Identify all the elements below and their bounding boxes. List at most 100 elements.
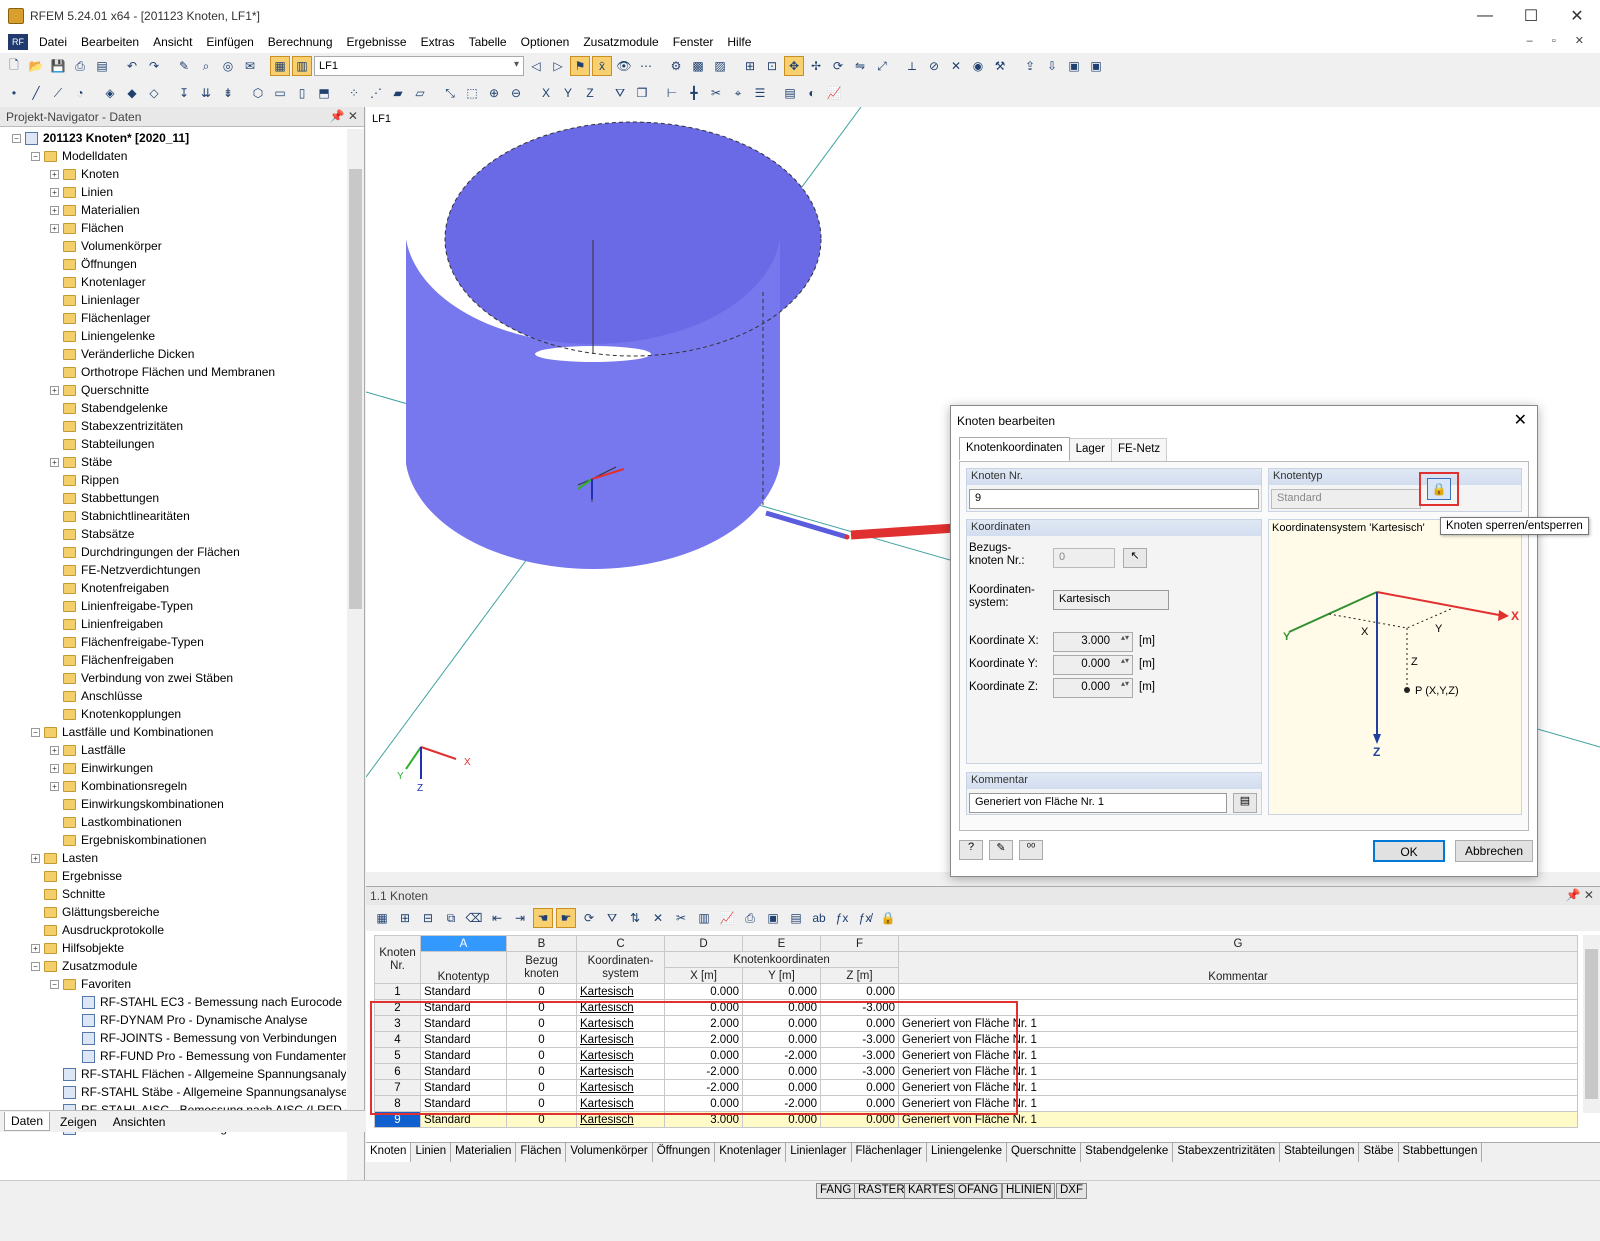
menu-hilfe[interactable]: Hilfe bbox=[720, 35, 758, 49]
view-front-icon[interactable]: ▭ bbox=[270, 83, 290, 103]
area-load-icon[interactable]: ⇟ bbox=[218, 83, 238, 103]
node-type-select[interactable]: Standard bbox=[1271, 489, 1421, 509]
tree-item[interactable]: − Modelldaten bbox=[31, 147, 127, 165]
navigator-view-icon[interactable]: ▥ bbox=[292, 56, 312, 76]
table-filter-icon[interactable]: ⛛ bbox=[602, 908, 622, 928]
tab-zeigen[interactable]: Zeigen bbox=[54, 1113, 103, 1131]
page-icon[interactable]: ▤ bbox=[780, 83, 800, 103]
tree-item[interactable]: + Linien bbox=[50, 183, 113, 201]
save-icon[interactable]: 💾 bbox=[48, 56, 68, 76]
tree-item[interactable]: Ergebniskombinationen bbox=[50, 831, 206, 849]
color-icon[interactable]: ◐ bbox=[802, 83, 822, 103]
preview-icon[interactable]: ▤ bbox=[92, 56, 112, 76]
menu-datei[interactable]: Datei bbox=[32, 35, 74, 49]
close-button[interactable]: ✕ bbox=[1554, 0, 1600, 31]
table-calc-icon[interactable]: ▤ bbox=[786, 908, 806, 928]
tree-item[interactable]: Flächenfreigaben bbox=[50, 651, 174, 669]
coord-icon[interactable]: ⌖ bbox=[728, 83, 748, 103]
tree-item[interactable]: + Hilfsobjekte bbox=[31, 939, 124, 957]
table-clear-icon[interactable]: ⌫ bbox=[464, 908, 484, 928]
expand-icon[interactable]: + bbox=[50, 223, 59, 233]
tree-item[interactable]: − Zusatzmodule bbox=[31, 957, 137, 975]
node-number-field[interactable]: 9 bbox=[969, 489, 1259, 509]
measure-icon[interactable]: ⟂ bbox=[902, 56, 922, 76]
expand-icon[interactable]: + bbox=[50, 169, 59, 179]
tree-item[interactable]: RF-JOINTS - Bemessung von Verbindungen bbox=[69, 1029, 337, 1047]
tree-item[interactable]: Ergebnisse bbox=[31, 867, 122, 885]
dimension-icon[interactable]: ⊢ bbox=[662, 83, 682, 103]
tree-item[interactable]: Anschlüsse bbox=[50, 687, 142, 705]
cell-ref[interactable]: 0 bbox=[506, 983, 577, 1000]
col-letter-f[interactable]: F bbox=[820, 935, 899, 952]
menu-tabelle[interactable]: Tabelle bbox=[462, 35, 514, 49]
table-tab[interactable]: Stabbettungen bbox=[1399, 1143, 1483, 1162]
print-icon[interactable]: ⎙ bbox=[70, 56, 90, 76]
cell-x[interactable]: 0.000 bbox=[664, 983, 743, 1000]
status-kartes[interactable]: KARTES bbox=[904, 1183, 958, 1199]
table-sort-icon[interactable]: ⇅ bbox=[625, 908, 645, 928]
mdi-window-buttons[interactable]: – ▫ ✕ bbox=[1527, 34, 1592, 47]
section-icon[interactable]: ✂ bbox=[706, 83, 726, 103]
mesh-icon[interactable]: ▨ bbox=[710, 56, 730, 76]
table-tab[interactable]: Volumenkörper bbox=[566, 1143, 653, 1162]
chart-icon[interactable]: 📈 bbox=[824, 83, 844, 103]
navigator-close-icon[interactable]: 📌 ✕ bbox=[330, 109, 358, 123]
new-file-icon[interactable]: 🗋 bbox=[4, 56, 24, 76]
table-tab[interactable]: Knotenlager bbox=[715, 1143, 787, 1162]
status-ofang[interactable]: OFANG bbox=[954, 1183, 1003, 1199]
menu-ergebnisse[interactable]: Ergebnisse bbox=[340, 35, 414, 49]
minimize-button[interactable]: — bbox=[1462, 0, 1508, 31]
tree-item[interactable]: − Lastfälle und Kombinationen bbox=[31, 723, 213, 741]
tree-item[interactable]: FE-Netzverdichtungen bbox=[50, 561, 200, 579]
menu-zusatzmodule[interactable]: Zusatzmodule bbox=[576, 35, 665, 49]
menu-extras[interactable]: Extras bbox=[414, 35, 462, 49]
collapse-icon[interactable]: − bbox=[12, 133, 21, 143]
edit-icon[interactable]: ✎ bbox=[174, 56, 194, 76]
values-icon[interactable]: x̄ bbox=[592, 56, 612, 76]
table-scroll-thumb[interactable] bbox=[1585, 949, 1598, 1099]
col-letter-e[interactable]: E bbox=[742, 935, 821, 952]
cell-comment[interactable] bbox=[898, 983, 1578, 1000]
open-icon[interactable]: 📂 bbox=[26, 56, 46, 76]
table-view-icon[interactable]: ▦ bbox=[270, 56, 290, 76]
expand-icon[interactable]: + bbox=[50, 745, 59, 755]
view-top-icon[interactable]: ▯ bbox=[292, 83, 312, 103]
table-cut-icon[interactable]: ✂ bbox=[671, 908, 691, 928]
tree-item[interactable]: Stabnichtlinearitäten bbox=[50, 507, 190, 525]
table-edit-icon[interactable]: ▦ bbox=[372, 908, 392, 928]
line-load-icon[interactable]: ⇊ bbox=[196, 83, 216, 103]
tree-item[interactable]: − 201123 Knoten* [2020_11] bbox=[12, 129, 189, 147]
show-surfaces-icon[interactable]: ▰ bbox=[388, 83, 408, 103]
table-close-icon[interactable]: 📌 ✕ bbox=[1566, 888, 1594, 902]
support-tool-icon[interactable]: ◔ bbox=[70, 83, 90, 103]
cell-y[interactable]: 0.000 bbox=[742, 983, 821, 1000]
tree-item[interactable]: RF-STAHL EC3 - Bemessung nach Eurocode 3 bbox=[69, 993, 346, 1011]
filter-icon[interactable]: ⛛ bbox=[610, 83, 630, 103]
edit-note-icon[interactable]: ✎ bbox=[989, 840, 1013, 860]
opening-tool-icon[interactable]: ◇ bbox=[144, 83, 164, 103]
table-tab[interactable]: Flächen bbox=[516, 1143, 567, 1162]
tree-item[interactable]: + Flächen bbox=[50, 219, 124, 237]
line-tool-icon[interactable]: ╱ bbox=[26, 83, 46, 103]
dialog-close-icon[interactable]: ✕ bbox=[1514, 410, 1527, 430]
view-iso-icon[interactable]: ⬡ bbox=[248, 83, 268, 103]
tab-daten[interactable]: Daten bbox=[4, 1112, 51, 1131]
tree-item[interactable]: Stabbettungen bbox=[50, 489, 159, 507]
tab-lager[interactable]: Lager bbox=[1068, 438, 1112, 461]
coordinate-system-select[interactable]: Kartesisch bbox=[1053, 590, 1169, 610]
table-insert-row-icon[interactable]: ⊞ bbox=[395, 908, 415, 928]
tree-item[interactable]: Knotenfreigaben bbox=[50, 579, 169, 597]
tree-item[interactable]: Linienlager bbox=[50, 291, 140, 309]
tree-item[interactable]: Stabexzentrizitäten bbox=[50, 417, 183, 435]
cell-cs[interactable]: Kartesisch bbox=[576, 983, 665, 1000]
table-tab[interactable]: Öffnungen bbox=[653, 1143, 716, 1162]
tab-fe-netz[interactable]: FE-Netz bbox=[1110, 438, 1168, 461]
collapse-icon[interactable]: − bbox=[31, 961, 40, 971]
col-letter-g[interactable]: G bbox=[898, 935, 1578, 952]
table-refresh-icon[interactable]: ⟳ bbox=[579, 908, 599, 928]
table-tab[interactable]: Querschnitte bbox=[1007, 1143, 1082, 1162]
table-chart-icon[interactable]: 📈 bbox=[717, 908, 737, 928]
table-delete-row-icon[interactable]: ⊟ bbox=[418, 908, 438, 928]
table-scrollbar[interactable] bbox=[1583, 935, 1600, 1113]
node-9-marker[interactable] bbox=[844, 534, 850, 540]
